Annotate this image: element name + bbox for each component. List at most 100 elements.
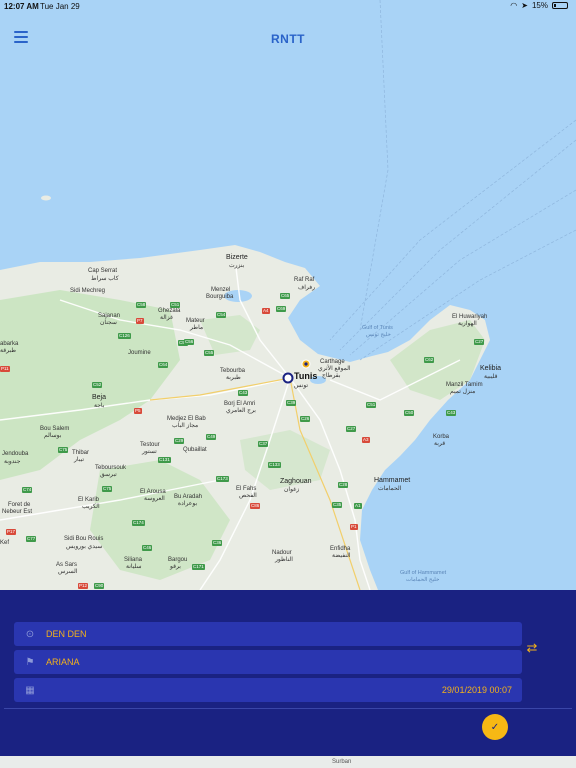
map-label-medjez: Medjez El Bab [167,416,206,422]
road-shield: C39 [286,400,297,406]
map-label-cap-serrat-ar: كاب سراط [91,276,119,282]
origin-field[interactable]: ⊙ DEN DEN [14,622,522,646]
road-shield: A4 [262,308,270,314]
road-shield: C37 [258,441,269,447]
road-shield: C171 [192,564,205,570]
map-label-el-fahs: El Fahs [236,486,257,492]
map-label-siliana-ar: سليانة [126,564,142,570]
road-shield: P17 [6,529,17,535]
road-shield: C75 [58,447,69,453]
map-label-mateur-ar: ماطر [190,325,204,331]
destination-field[interactable]: ⚑ ARIANA [14,650,522,674]
map-label-carthage-ar: الموقع الأثري [318,366,351,372]
map-label-siliana: Siliana [124,557,143,563]
map-label-kelibia: Kelibia [480,365,502,372]
road-shield: A3 [362,437,370,443]
status-bar: 12:07 AM Tue Jan 29 ◠ ➤ 15% [0,0,576,14]
map-label-carthage: Carthage [320,359,345,365]
road-shield: P5 [134,408,142,414]
map-label-menzel: Menzel [211,287,231,293]
battery-percent: 15% [531,1,548,10]
road-shield: C26 [300,416,311,422]
map-label-tabarka-ar: طبرقة [0,348,16,354]
map-label-el-krib: El Karib [78,497,100,503]
map-label-thibar: Thibar [72,450,90,456]
flag-icon: ⚑ [25,656,35,668]
map-label-raf-raf: Raf Raf [294,277,315,283]
road-shield: C43 [446,410,457,416]
road-shield: C55 [204,350,215,356]
location-pin-icon: ⊙ [25,628,35,640]
map-label-enfidha-ar: النفيضة [332,553,351,559]
map-label-kef: Kef [0,540,10,546]
map-label-bizerte-ar: بنزرت [229,263,245,269]
road-shield: C126 [118,333,131,339]
road-shield: C52 [92,382,103,388]
map-label-testour-ar: تستور [142,449,157,455]
road-shield: P11 [0,366,10,372]
map-label-hammamet-ar: الحمامات [378,486,402,492]
map-label-beja: Beja [92,394,107,401]
map-label-tunis: Tunis [294,371,318,381]
map-label-sidi-bou-rouis-ar: سيدي بورويس [66,544,103,550]
map-label-beja-ar: باجة [94,403,105,409]
road-shield: C51 [170,302,181,308]
map-label-borj-el-amri-ar: برج العامري [226,408,256,414]
swap-arrows-icon[interactable]: ⇄ [523,640,541,656]
map-label-el-fahs-ar: الفحص [239,493,257,499]
road-shield: C64 [158,362,169,368]
map-label-nadour: Nadour [272,550,292,556]
map-label-bou-salem-ar: بوسالم [44,433,62,439]
road-shield: C133 [268,462,281,468]
road-shield: C131 [158,457,171,463]
page-title: RNTT [271,32,305,46]
map-label-ghezala: Ghezala [158,308,181,314]
map-label-testour: Testour [140,442,160,448]
map-label-tunis-ar: تونس [294,383,309,389]
panel-divider [4,708,572,709]
map-label-sidi-mechreg: Sidi Mechreg [70,288,106,294]
map-label-menzel-tamim-ar: منزل تميم [450,389,476,395]
map-label-foret: Foret de [8,502,31,508]
map-label-el-krib-ar: الكريب [82,504,100,510]
map-label-carthage-ar2: بقرطاج [322,373,341,379]
road-shield: C36 [212,540,223,546]
map-label-cap-serrat: Cap Serrat [88,268,118,274]
road-shield: C65 [280,293,291,299]
map-bottom-strip: Surban [0,756,576,768]
datetime-field[interactable]: ▦ 29/01/2019 00:07 [14,678,522,702]
origin-value: DEN DEN [46,629,87,639]
submit-button[interactable]: ✓ [482,714,508,740]
map-label-sajnane-ar: سجنان [100,320,117,326]
road-shield: C173 [216,476,229,482]
wifi-icon: ◠ [510,1,518,10]
road-shield: C43 [238,390,249,396]
map-label-el-aroussa-ar: العروسة [144,496,165,502]
map-label-jendouba: Jendouba [2,451,29,457]
map-label-teboursouk: Teboursouk [95,465,127,471]
map-label-jendouba-ar: جندوبة [4,459,21,465]
map-label-korba-ar: قربة [434,441,446,447]
map-label-korba: Korba [433,434,450,440]
map-label-el-aroussa: El Arousa [140,489,166,495]
map-label-bargou: Bargou [168,557,188,563]
map-label-zaghouan: Zaghouan [280,478,312,485]
destination-value: ARIANA [46,657,80,667]
map-label-bou-salem: Bou Salem [40,426,70,432]
map-label-menzel-tamim: Manzil Tamim [446,382,483,388]
road-shield: C29 [174,438,185,444]
map-label-bargou-ar: برقو [170,564,181,570]
road-shield: C69 [276,306,287,312]
road-shield: C46 [142,545,153,551]
status-indicators: ◠ ➤ 15% [510,1,568,10]
map-label-sajnane: Sajanan [98,313,121,319]
map-label-surban: Surban [332,759,352,765]
status-date: Tue Jan 29 [40,2,80,11]
road-shield: P12 [78,583,89,589]
map-label-mateur: Mateur [186,318,205,324]
road-shield: C75 [102,486,113,492]
map-label-borj-el-amri: Borj El Amri [224,401,256,407]
map-label-gulf-hammamet-ar: خليج الحمامات [406,577,440,583]
map-label-tebourba-ar: طبربة [226,375,241,381]
map-label-enfidha: Enfidha [330,546,351,552]
